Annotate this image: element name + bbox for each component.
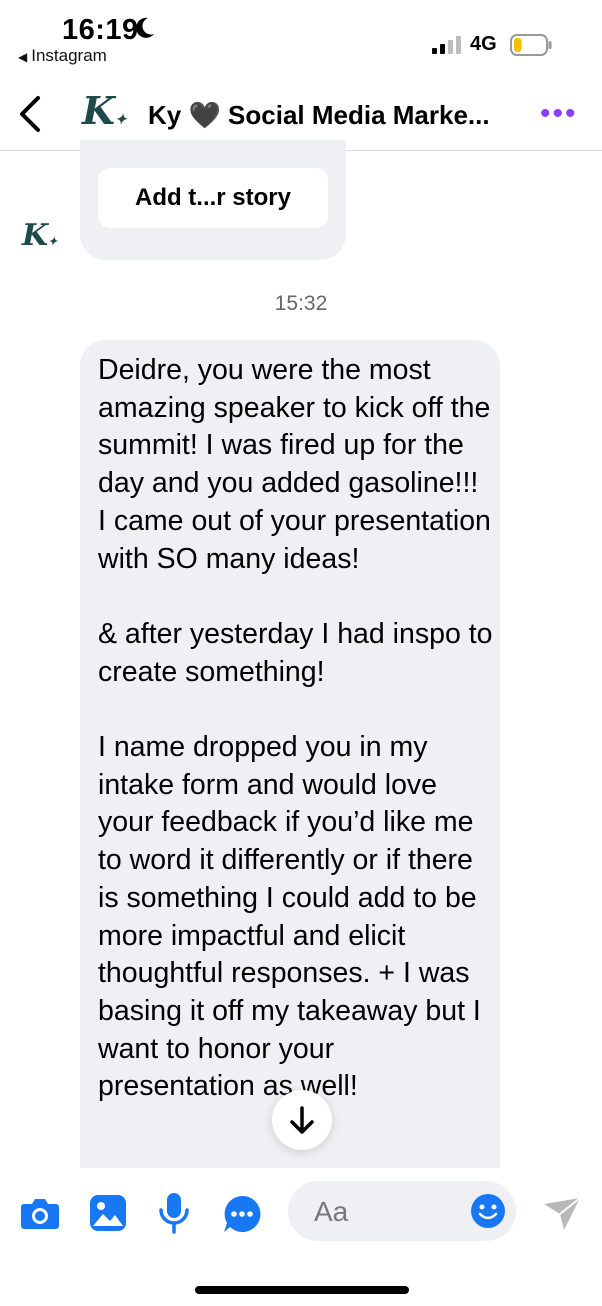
microphone-icon[interactable] [158, 1192, 190, 1234]
message-bubble[interactable]: Deidre, you were the most amazing speake… [80, 340, 500, 1170]
gallery-icon[interactable] [89, 1194, 127, 1232]
back-triangle-icon: ◀ [18, 50, 28, 64]
message-input-field[interactable] [288, 1181, 516, 1243]
avatar-letter: K [22, 218, 49, 253]
status-time: 16:19 [62, 14, 139, 46]
sparkle-icon: ✦ [115, 112, 127, 128]
chat-title[interactable]: Ky 🖤 Social Media Marke... [148, 100, 503, 131]
arrow-down-icon [290, 1106, 314, 1134]
sparkle-icon: ✦ [48, 235, 58, 248]
camera-icon[interactable] [20, 1196, 60, 1230]
message-timestamp: 15:32 [274, 292, 328, 315]
status-bar: 16:19 ◀ Instagram 4G [0, 0, 602, 80]
scroll-to-bottom-button[interactable] [272, 1090, 332, 1150]
back-app-label: Instagram [31, 46, 107, 65]
chevron-left-icon[interactable] [12, 94, 52, 134]
more-options-icon[interactable] [222, 1194, 262, 1234]
logo-letter: K [82, 88, 116, 133]
more-horizontal-icon[interactable]: ••• [540, 99, 578, 129]
emoji-icon[interactable] [470, 1193, 506, 1229]
signal-icon [432, 36, 461, 54]
sender-avatar[interactable]: K✦ [22, 218, 57, 253]
moon-icon [136, 17, 154, 38]
home-indicator [195, 1286, 409, 1294]
add-to-story-button[interactable]: Add t...r story [98, 168, 328, 228]
contact-avatar-logo[interactable]: K✦ [82, 88, 127, 133]
message-text: Deidre, you were the most amazing speake… [98, 354, 493, 1103]
network-type: 4G [470, 33, 497, 55]
back-to-app-link[interactable]: ◀ Instagram [18, 46, 107, 66]
send-icon[interactable] [542, 1196, 582, 1232]
message-input[interactable] [312, 1181, 476, 1243]
battery-icon [510, 34, 552, 56]
